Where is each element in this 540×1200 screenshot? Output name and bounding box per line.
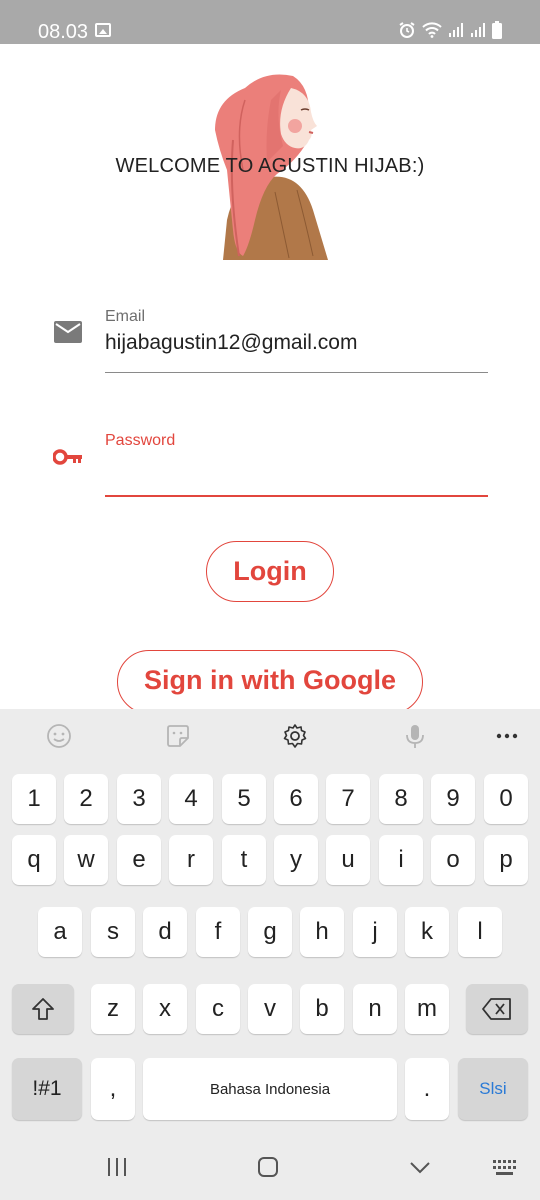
- key-8[interactable]: 8: [379, 774, 423, 824]
- key-v[interactable]: v: [248, 984, 292, 1034]
- welcome-title: WELCOME TO AGUSTIN HIJAB:): [115, 155, 425, 177]
- login-screen: 08.03 WELCOME TO AGUSTIN HIJAB:) Email h…: [0, 0, 540, 1200]
- on-screen-keyboard: 1 2 3 4 5 6 7 8 9 0 q w e r t y u i o p …: [0, 709, 540, 1200]
- key-3[interactable]: 3: [117, 774, 161, 824]
- key-e[interactable]: e: [117, 835, 161, 885]
- key-4[interactable]: 4: [169, 774, 213, 824]
- email-underline: [105, 372, 488, 373]
- recent-apps-icon[interactable]: [106, 1156, 128, 1178]
- password-label: Password: [105, 432, 176, 449]
- backspace-key[interactable]: [466, 984, 528, 1034]
- key-7[interactable]: 7: [326, 774, 370, 824]
- more-icon[interactable]: [494, 723, 520, 749]
- password-input[interactable]: [105, 455, 488, 493]
- key-j[interactable]: j: [353, 907, 397, 957]
- key-5[interactable]: 5: [222, 774, 266, 824]
- key-y[interactable]: y: [274, 835, 318, 885]
- key-a[interactable]: a: [38, 907, 82, 957]
- home-icon[interactable]: [257, 1156, 279, 1178]
- mail-icon: [54, 321, 82, 343]
- status-icons: [398, 20, 502, 40]
- key-k[interactable]: k: [405, 907, 449, 957]
- system-navigation-bar: [0, 1134, 540, 1200]
- email-input[interactable]: hijabagustin12@gmail.com: [105, 331, 357, 355]
- settings-icon[interactable]: [282, 723, 308, 749]
- key-h[interactable]: h: [300, 907, 344, 957]
- microphone-icon[interactable]: [402, 723, 428, 749]
- signal-icon-1: [449, 23, 463, 37]
- key-z[interactable]: z: [91, 984, 135, 1034]
- signal-icon-2: [471, 23, 485, 37]
- key-x[interactable]: x: [143, 984, 187, 1034]
- key-d[interactable]: d: [143, 907, 187, 957]
- image-notification-icon: [95, 23, 111, 37]
- backspace-icon: [482, 998, 511, 1020]
- key-o[interactable]: o: [431, 835, 475, 885]
- key-6[interactable]: 6: [274, 774, 318, 824]
- key-n[interactable]: n: [353, 984, 397, 1034]
- alarm-icon: [399, 22, 415, 38]
- email-label: Email: [105, 308, 146, 325]
- google-signin-button[interactable]: Sign in with Google: [117, 650, 423, 714]
- password-underline: [105, 495, 488, 497]
- shift-key[interactable]: [12, 984, 74, 1034]
- key-l[interactable]: l: [458, 907, 502, 957]
- login-button[interactable]: Login: [206, 541, 334, 602]
- key-c[interactable]: c: [196, 984, 240, 1034]
- wifi-icon: [422, 22, 442, 38]
- key-f[interactable]: f: [196, 907, 240, 957]
- keyboard-switch-icon[interactable]: [492, 1156, 518, 1178]
- status-time: 08.03: [38, 21, 89, 43]
- send-key[interactable]: Slsi: [458, 1058, 528, 1120]
- key-1[interactable]: 1: [12, 774, 56, 824]
- sticker-icon[interactable]: [165, 723, 191, 749]
- comma-key[interactable]: ,: [91, 1058, 135, 1120]
- key-p[interactable]: p: [484, 835, 528, 885]
- key-icon: [53, 449, 82, 465]
- keyboard-toolbar: [0, 709, 540, 761]
- key-t[interactable]: t: [222, 835, 266, 885]
- space-key[interactable]: Bahasa Indonesia: [143, 1058, 397, 1120]
- shift-icon: [32, 998, 54, 1020]
- key-g[interactable]: g: [248, 907, 292, 957]
- key-q[interactable]: q: [12, 835, 56, 885]
- key-m[interactable]: m: [405, 984, 449, 1034]
- key-w[interactable]: w: [64, 835, 108, 885]
- battery-icon: [492, 21, 502, 39]
- key-r[interactable]: r: [169, 835, 213, 885]
- period-key[interactable]: .: [405, 1058, 449, 1120]
- status-bar: 08.03: [0, 0, 540, 44]
- key-b[interactable]: b: [300, 984, 344, 1034]
- key-u[interactable]: u: [326, 835, 370, 885]
- hide-keyboard-icon[interactable]: [408, 1156, 432, 1178]
- emoji-icon[interactable]: [46, 723, 72, 749]
- key-i[interactable]: i: [379, 835, 423, 885]
- key-0[interactable]: 0: [484, 774, 528, 824]
- key-s[interactable]: s: [91, 907, 135, 957]
- key-2[interactable]: 2: [64, 774, 108, 824]
- symbols-key[interactable]: !#1: [12, 1058, 82, 1120]
- key-9[interactable]: 9: [431, 774, 475, 824]
